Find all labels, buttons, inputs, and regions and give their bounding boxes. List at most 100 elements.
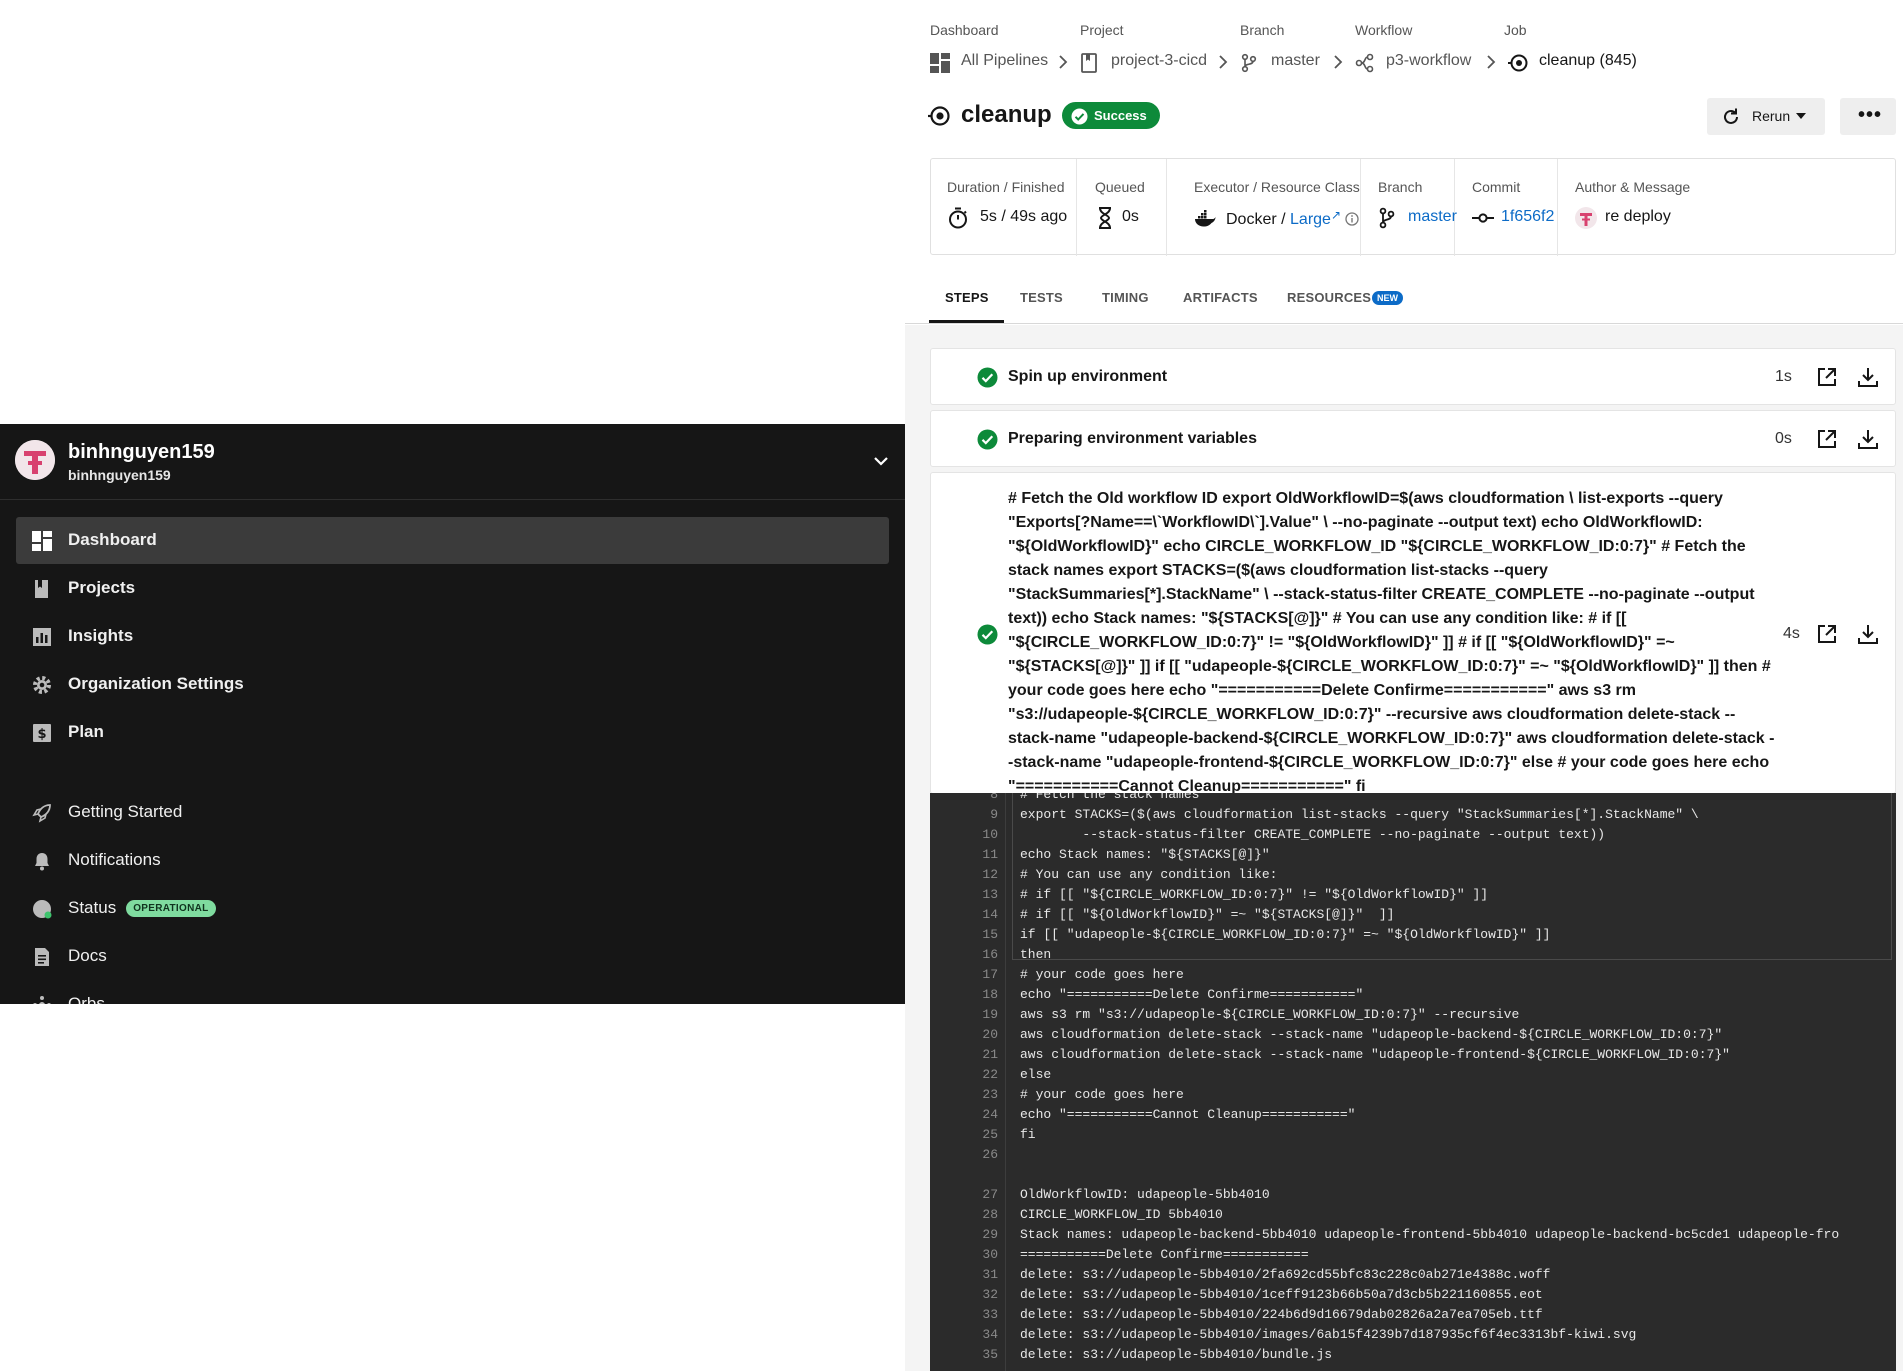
- meta-branch: Branch master: [1361, 159, 1457, 256]
- output-line: delete: s3://udapeople-5bb4010/bundle.js: [1020, 1347, 1333, 1362]
- branch-link[interactable]: master: [1408, 208, 1457, 226]
- rerun-button[interactable]: Rerun: [1707, 98, 1825, 135]
- svg-text:$: $: [37, 727, 46, 742]
- hourglass-icon: [1099, 207, 1111, 229]
- line-number: 20: [982, 1027, 998, 1042]
- refresh-icon: [1724, 108, 1738, 124]
- output-line: CIRCLE_WORKFLOW_ID 5bb4010: [1020, 1207, 1223, 1222]
- step-name: # Fetch the Old workflow ID export OldWo…: [1008, 490, 1775, 795]
- download-icon[interactable]: [1858, 367, 1878, 387]
- check-circle-icon: [977, 624, 998, 645]
- orbs-icon: [33, 996, 51, 1004]
- external-link-icon[interactable]: [1817, 429, 1837, 449]
- sidebar-item-orbs[interactable]: Orbs: [16, 981, 889, 1004]
- line-number: 9: [990, 807, 998, 822]
- more-actions-button[interactable]: •••: [1840, 98, 1896, 135]
- output-line: Stack names: udapeople-backend-5bb4010 u…: [1020, 1227, 1840, 1242]
- sidebar-item-dashboard[interactable]: Dashboard: [16, 517, 889, 564]
- bar-chart-icon: [33, 628, 51, 646]
- more-icon: •••: [1858, 104, 1883, 126]
- sidebar-item-label: Notifications: [68, 850, 161, 869]
- tab-tests[interactable]: TESTS: [1020, 290, 1063, 305]
- breadcrumb-label: Branch: [1240, 22, 1285, 38]
- info-icon[interactable]: [1345, 212, 1360, 226]
- sidebar-item-insights[interactable]: Insights: [16, 613, 889, 660]
- sidebar-item-label: Projects: [68, 578, 136, 597]
- step-duration: 4s: [1783, 625, 1800, 642]
- book-icon: [35, 580, 48, 598]
- line-number: 33: [982, 1307, 998, 1322]
- output-line: ===========Delete Confirme===========: [1020, 1247, 1309, 1262]
- script-line: # your code goes here: [1020, 967, 1184, 982]
- job-icon: [928, 106, 950, 126]
- sidebar-item-label: Orbs: [68, 994, 105, 1004]
- meta-label: Branch: [1378, 179, 1423, 195]
- commit-message: re deploy: [1605, 208, 1671, 225]
- resource-class-link[interactable]: Large: [1290, 211, 1331, 228]
- step-row[interactable]: Spin up environment 1s: [930, 348, 1896, 405]
- step-console-output[interactable]: 8 # Fetch the stack names 9 export STACKS=(…: [930, 793, 1896, 1371]
- chevron-right-icon: [1059, 55, 1068, 69]
- breadcrumb-workflow[interactable]: p3-workflow: [1355, 51, 1485, 73]
- sidebar-item-label: Organization Settings: [68, 674, 244, 693]
- breadcrumb-branch[interactable]: master: [1240, 51, 1340, 73]
- download-icon[interactable]: [1858, 429, 1878, 449]
- breadcrumb-project[interactable]: project-3-cicd: [1080, 51, 1220, 73]
- sidebar-item-plan[interactable]: $ Plan: [16, 709, 889, 756]
- breadcrumb-value: master: [1271, 52, 1320, 69]
- breadcrumb-value: project-3-cicd: [1111, 52, 1208, 69]
- check-circle-icon: [977, 429, 998, 450]
- line-number: 21: [982, 1047, 998, 1062]
- sidebar-item-getting-started[interactable]: Getting Started: [16, 789, 889, 836]
- executor-type: Docker /: [1226, 211, 1286, 228]
- external-link-icon[interactable]: [1817, 624, 1837, 644]
- sidebar-item-docs[interactable]: Docs: [16, 933, 889, 980]
- line-number: 31: [982, 1267, 998, 1282]
- docker-icon: [1195, 210, 1216, 227]
- output-line: delete: s3://udapeople-5bb4010/2fa692cd5…: [1020, 1267, 1551, 1282]
- breadcrumb-all-pipelines[interactable]: All Pipelines: [930, 51, 1060, 73]
- meta-author: Author & Message re deploy: [1558, 159, 1895, 256]
- user-handle: binhnguyen159: [68, 467, 171, 483]
- tab-timing[interactable]: TIMING: [1102, 290, 1149, 305]
- sidebar-item-label: Status OPERATIONAL: [68, 898, 216, 918]
- line-number: 24: [982, 1107, 998, 1122]
- script-line: aws cloudformation delete-stack --stack-…: [1020, 1047, 1730, 1062]
- meta-commit: Commit 1f656f2: [1455, 159, 1558, 256]
- line-number: 16: [982, 947, 998, 962]
- sidebar-item-label: Plan: [68, 722, 104, 741]
- meta-label: Commit: [1472, 179, 1521, 195]
- commit-link[interactable]: 1f656f2: [1501, 208, 1554, 226]
- output-line: delete: s3://udapeople-5bb4010/1ceff9123…: [1020, 1287, 1543, 1302]
- sidebar-item-notifications[interactable]: Notifications: [16, 837, 889, 884]
- chevron-down-icon[interactable]: [872, 452, 890, 470]
- script-line: echo "===========Delete Confirme========…: [1020, 987, 1364, 1002]
- line-number: 28: [982, 1207, 998, 1222]
- step-row[interactable]: Preparing environment variables 0s: [930, 410, 1896, 467]
- check-circle-icon: [977, 367, 998, 388]
- script-line: aws s3 rm "s3://udapeople-${CIRCLE_WORKF…: [1020, 1007, 1520, 1022]
- script-line: # Fetch the stack names: [1020, 793, 1200, 802]
- sidebar-item-status[interactable]: Status OPERATIONAL: [16, 885, 889, 932]
- tab-artifacts[interactable]: ARTIFACTS: [1183, 290, 1258, 305]
- user-switcher[interactable]: binhnguyen159 binhnguyen159: [0, 424, 905, 500]
- stopwatch-icon: [949, 207, 967, 229]
- step-row-expanded[interactable]: # Fetch the Old workflow ID export OldWo…: [930, 472, 1896, 795]
- sidebar-item-projects[interactable]: Projects: [16, 565, 889, 612]
- status-badge: OPERATIONAL: [126, 900, 216, 917]
- job-metadata: Duration / Finished 5s / 49s ago Queued …: [930, 158, 1896, 256]
- tab-steps[interactable]: STEPS: [945, 290, 989, 305]
- new-badge: NEW: [1372, 291, 1403, 305]
- breadcrumb-job[interactable]: cleanup (845): [1508, 51, 1648, 73]
- download-icon[interactable]: [1858, 624, 1878, 644]
- meta-value: 5s / 49s ago: [980, 208, 1068, 225]
- script-line: else: [1020, 1067, 1052, 1082]
- line-number: 8: [990, 793, 998, 802]
- sidebar-item-organization-settings[interactable]: Organization Settings: [16, 661, 889, 708]
- external-link-icon[interactable]: [1817, 367, 1837, 387]
- meta-queued: Queued 0s: [1077, 159, 1167, 256]
- tab-resources[interactable]: RESOURCES: [1287, 290, 1371, 305]
- line-number: 25: [982, 1127, 998, 1142]
- line-number: 32: [982, 1287, 998, 1302]
- screen: binhnguyen159 binhnguyen159 Dashboard Pr…: [0, 0, 1903, 1371]
